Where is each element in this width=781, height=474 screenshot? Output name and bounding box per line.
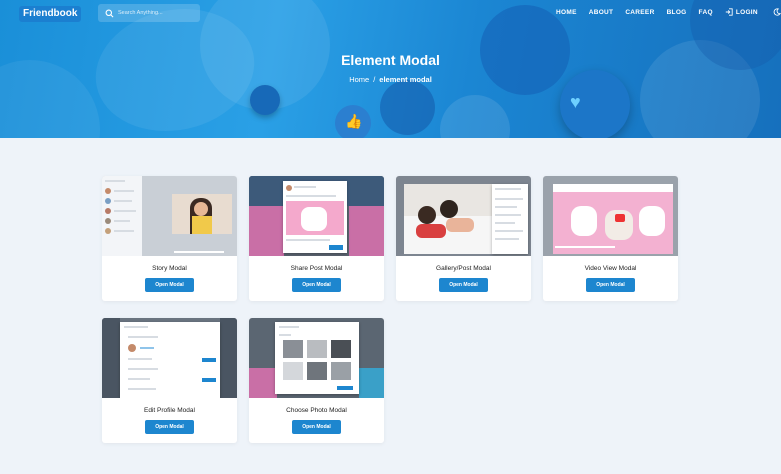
card-video-view-modal: Video View Modal Open Modal — [543, 176, 678, 301]
like-icon: 👍 — [345, 113, 363, 129]
hero-decoration — [440, 95, 510, 138]
open-modal-button[interactable]: Open Modal — [292, 420, 341, 434]
card-edit-profile-modal: Edit Profile Modal Open Modal — [102, 318, 237, 443]
gallery-post-thumbnail — [396, 176, 531, 256]
login-button[interactable]: LOGIN — [725, 8, 758, 16]
card-title: Share Post Modal — [290, 265, 343, 272]
open-modal-button[interactable]: Open Modal — [145, 420, 194, 434]
video-view-thumbnail — [543, 176, 678, 256]
card-title: Video View Modal — [584, 265, 637, 272]
nav-faq[interactable]: FAQ — [699, 9, 713, 16]
moon-icon[interactable] — [773, 8, 781, 16]
breadcrumb-separator: / — [373, 75, 376, 84]
logo[interactable]: Friendbook — [19, 6, 82, 22]
open-modal-button[interactable]: Open Modal — [439, 278, 488, 292]
search-box[interactable] — [98, 4, 200, 22]
card-title: Story Modal — [152, 265, 187, 272]
open-modal-button[interactable]: Open Modal — [586, 278, 635, 292]
hero-decoration — [250, 85, 280, 115]
card-choose-photo-modal: Choose Photo Modal Open Modal — [249, 318, 384, 443]
login-label: LOGIN — [735, 8, 758, 16]
nav-about[interactable]: ABOUT — [589, 9, 614, 16]
main-nav: HOME ABOUT CAREER BLOG FAQ LOGIN — [556, 8, 781, 16]
card-title: Choose Photo Modal — [286, 407, 347, 414]
breadcrumb-current: element modal — [379, 75, 432, 84]
search-input[interactable] — [118, 10, 198, 16]
card-title: Edit Profile Modal — [144, 407, 195, 414]
open-modal-button[interactable]: Open Modal — [292, 278, 341, 292]
open-modal-button[interactable]: Open Modal — [145, 278, 194, 292]
navbar: Friendbook HOME ABOUT CAREER BLOG FAQ LO… — [0, 0, 781, 28]
story-modal-thumbnail — [102, 176, 237, 256]
nav-blog[interactable]: BLOG — [667, 9, 687, 16]
hero-decoration — [0, 60, 100, 138]
search-icon — [105, 9, 114, 17]
breadcrumb-home[interactable]: Home — [349, 75, 369, 84]
nav-career[interactable]: CAREER — [625, 9, 654, 16]
hero-banner: ♥ 👍 Friendbook HOME ABOUT CAREER BLOG FA… — [0, 0, 781, 138]
nav-home[interactable]: HOME — [556, 9, 577, 16]
card-share-post-modal: Share Post Modal Open Modal — [249, 176, 384, 301]
share-post-thumbnail — [249, 176, 384, 256]
login-icon — [725, 8, 733, 16]
hero-decoration — [380, 80, 435, 135]
card-story-modal: Story Modal Open Modal — [102, 176, 237, 301]
choose-photo-thumbnail — [249, 318, 384, 398]
breadcrumb: Home / element modal — [0, 75, 781, 84]
card-gallery-post-modal: Gallery/Post Modal Open Modal — [396, 176, 531, 301]
card-title: Gallery/Post Modal — [436, 265, 491, 272]
page-title: Element Modal — [341, 52, 440, 68]
edit-profile-thumbnail — [102, 318, 237, 398]
heart-icon: ♥ — [570, 92, 581, 112]
